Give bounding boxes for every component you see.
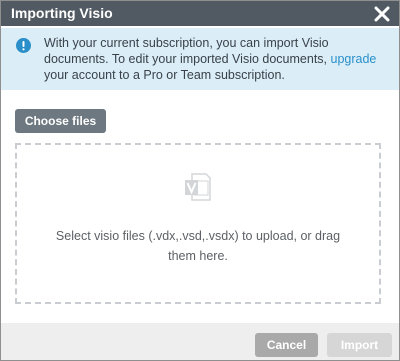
upgrade-link[interactable]: upgrade [331, 52, 377, 66]
notice-text-before: With your current subscription, you can … [44, 36, 331, 66]
visio-file-icon [185, 173, 211, 201]
dialog-title: Importing Visio [11, 5, 113, 21]
subscription-notice: With your current subscription, you can … [1, 28, 399, 90]
notice-text: With your current subscription, you can … [44, 35, 394, 83]
close-icon [374, 6, 390, 22]
notice-text-after: your account to a Pro or Team subscripti… [44, 68, 285, 82]
info-icon [16, 38, 31, 53]
import-button[interactable]: Import [327, 333, 392, 357]
cancel-button[interactable]: Cancel [255, 333, 318, 357]
import-visio-dialog: Importing Visio With your current subscr… [0, 0, 400, 361]
drop-instructions: Select visio files (.vdx,.vsd,.vsdx) to … [55, 229, 341, 263]
choose-files-button[interactable]: Choose files [15, 109, 106, 133]
close-button[interactable] [371, 3, 393, 25]
file-drop-zone[interactable]: Select visio files (.vdx,.vsd,.vsdx) to … [15, 143, 381, 304]
dialog-footer: Cancel Import [1, 323, 399, 360]
dialog-titlebar: Importing Visio [1, 1, 399, 26]
